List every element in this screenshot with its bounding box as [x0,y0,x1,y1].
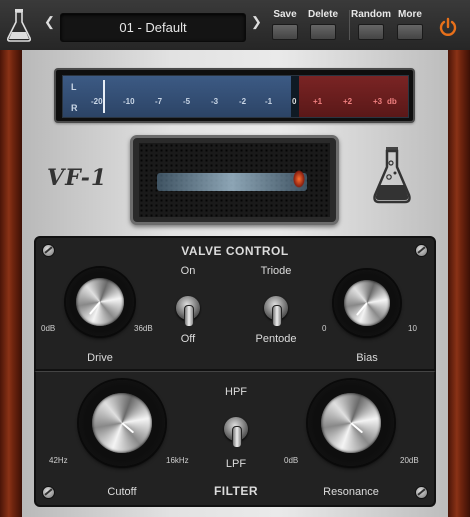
wood-side-panel-left [0,50,22,517]
triode-pentode-toggle[interactable] [264,283,288,333]
bias-label: Bias [356,352,378,364]
meter-tick: -5 [183,97,191,106]
lpf-label: LPF [225,458,247,470]
meter-tick-zero: 0 [292,97,297,106]
resonance-label: Resonance [323,486,379,498]
screw-icon [42,486,55,499]
meter-tick: +1 [313,97,323,106]
valve-control-title: VALVE CONTROL [181,244,289,258]
bias-min-label: 0 [322,324,327,333]
vu-meter: L R -20 -10 -7 -5 -3 -2 -1 0 +1 +2 +3 db [54,68,415,123]
bias-max-label: 10 [408,324,417,333]
meter-tick: -20 [91,97,103,106]
toggle-lever [232,426,242,448]
flask-icon [373,147,411,204]
meter-unit-label: db [387,97,397,106]
on-label: On [180,265,196,277]
meter-tick: -7 [155,97,163,106]
meter-left-channel-label: L [71,82,77,92]
previous-preset-button[interactable]: ❮ [44,14,55,30]
triode-label: Triode [260,265,292,277]
random-button[interactable]: Random [351,9,391,40]
valve-window [130,135,339,225]
wood-side-panel-right [448,50,470,517]
product-name: VF-1 [47,165,108,191]
meter-tick: -2 [239,97,247,106]
valve-filament-glow [293,170,305,188]
pentode-label: Pentode [255,333,297,345]
delete-button[interactable]: Delete [308,9,338,40]
valve-grille [139,143,330,217]
hpf-label: HPF [225,386,247,398]
save-key[interactable] [272,24,298,40]
power-icon[interactable] [438,17,458,37]
preset-toolbar: ❮ 01 - Default ❯ Save Delete Random More [0,0,470,51]
preset-name-display[interactable]: 01 - Default [60,13,246,42]
save-button[interactable]: Save [270,9,300,40]
valve-control-panel: VALVE CONTROL 0dB 36dB Drive On Off Trio… [34,236,436,371]
more-label: More [398,9,422,20]
cutoff-label: Cutoff [107,486,137,498]
meter-right-channel-label: R [71,103,78,113]
delete-label: Delete [307,9,338,20]
meter-display: L R -20 -10 -7 -5 -3 -2 -1 0 +1 +2 +3 db [62,75,409,118]
toggle-lever [184,305,194,327]
toggle-lever [272,305,282,327]
drive-max-label: 36dB [134,324,153,333]
meter-tick: +3 [373,97,383,106]
meter-tick: -3 [211,97,219,106]
drive-min-label: 0dB [41,324,56,333]
resonance-max-label: 20dB [400,456,419,465]
more-key[interactable] [397,24,423,40]
resonance-min-label: 0dB [284,456,299,465]
delete-key[interactable] [310,24,336,40]
off-label: Off [180,333,196,345]
drive-label: Drive [87,352,113,364]
cutoff-min-label: 42Hz [49,456,68,465]
bias-knob[interactable] [334,270,400,336]
resonance-knob[interactable] [308,380,394,466]
filter-title: FILTER [213,484,259,498]
hpf-lpf-toggle[interactable] [224,404,248,454]
cutoff-knob[interactable] [79,380,165,466]
random-key[interactable] [358,24,384,40]
filter-panel: 42Hz 16kHz Cutoff HPF LPF FILTER 0dB 20d… [34,371,436,507]
screw-icon [415,486,428,499]
meter-tick: -10 [123,97,135,106]
flask-icon [6,9,32,42]
cutoff-max-label: 16kHz [166,456,189,465]
drive-knob[interactable] [66,268,134,336]
valve-tube [157,173,307,191]
more-button[interactable]: More [395,9,425,40]
meter-tick: +2 [343,97,353,106]
on-off-toggle[interactable] [176,283,200,333]
meter-tick: -1 [265,97,273,106]
meter-needle [103,80,105,113]
